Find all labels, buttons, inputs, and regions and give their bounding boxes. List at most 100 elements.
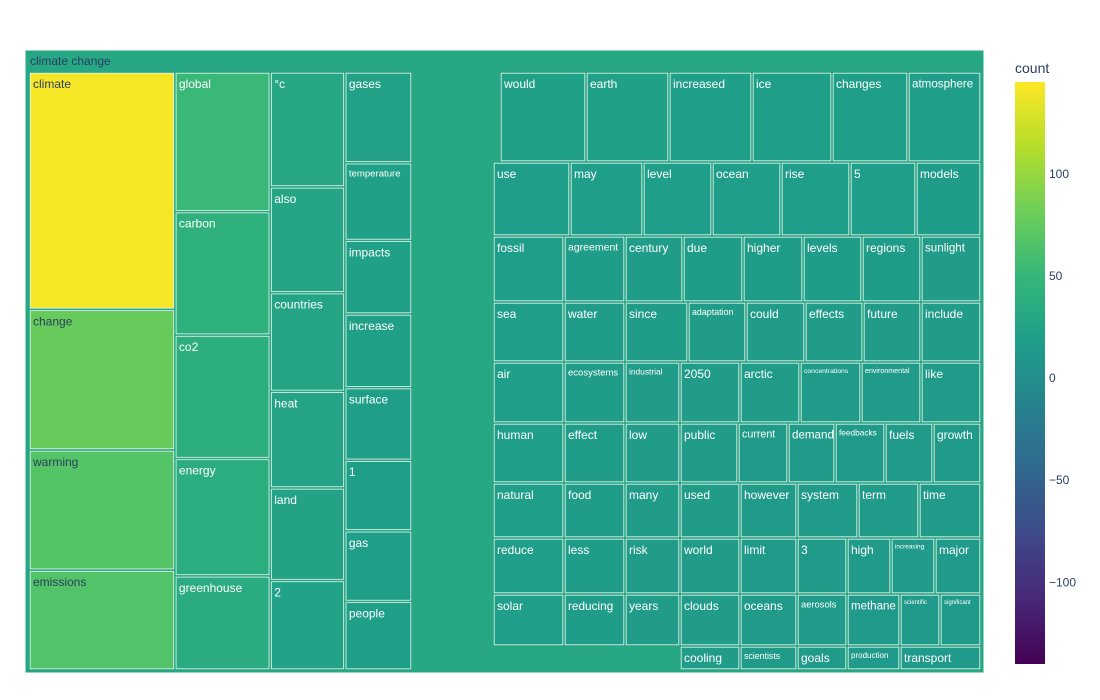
tile-label-risk: risk — [629, 543, 649, 557]
tile-label-higher: higher — [747, 241, 780, 255]
tile-label-current: current — [742, 429, 775, 441]
treemap-chart: climate change climate change warming emissi… — [0, 0, 1100, 700]
tile-label-2050: 2050 — [684, 367, 711, 381]
tile-label-since: since — [629, 307, 657, 321]
tile-co2[interactable] — [175, 335, 270, 458]
tile-1[interactable] — [345, 461, 412, 531]
tile-5[interactable] — [850, 162, 916, 236]
tile-label-increased: increased — [673, 77, 725, 91]
tile-label-reduce: reduce — [497, 543, 534, 557]
tile-label-concentrations: concentrations — [804, 368, 849, 375]
tile-label-use: use — [497, 167, 517, 181]
tile-label-effect: effect — [568, 428, 598, 442]
tile-label-may: may — [574, 167, 597, 181]
tile-label-fuels: fuels — [889, 428, 914, 442]
tile-label-also: also — [274, 192, 296, 206]
colorbar-tick-label: 100 — [1049, 167, 1069, 181]
tile-global[interactable] — [175, 72, 270, 211]
tile-label-carbon: carbon — [179, 217, 216, 231]
tile-carbon[interactable] — [175, 212, 270, 335]
tile-label-solar: solar — [497, 599, 523, 613]
tile-label-low: low — [629, 428, 647, 442]
tile-label-less: less — [568, 543, 589, 557]
tile-label-environmental: environmental — [865, 367, 910, 375]
tile-label-heat: heat — [274, 396, 298, 410]
tile-label-emissions: emissions — [33, 575, 86, 589]
tile-label-warming: warming — [32, 455, 78, 469]
tile-label-time: time — [923, 488, 946, 502]
tile-label-feedbacks: feedbacks — [839, 427, 877, 437]
tile-label-like: like — [925, 367, 943, 381]
tile-label-ice: ice — [756, 77, 772, 91]
tile-label-scientists: scientists — [744, 651, 781, 661]
tile-label-models: models — [920, 167, 959, 181]
tile-label-include: include — [925, 307, 963, 321]
tile-label-gases: gases — [349, 77, 381, 91]
tile-label-production: production — [851, 651, 888, 660]
tile-label-clouds: clouds — [684, 599, 719, 613]
tile-label-climate-change: climate change — [30, 54, 111, 68]
colorbar-tick-label: 0 — [1049, 371, 1056, 385]
tile-label-countries: countries — [274, 298, 323, 312]
tile-label-atmosphere: atmosphere — [912, 78, 973, 91]
tile-label-level: level — [647, 167, 672, 181]
tile-label-significant: significant — [944, 600, 971, 606]
colorbar-tick-label: −100 — [1049, 575, 1076, 589]
tile-label-people: people — [349, 606, 385, 620]
tile-label-natural: natural — [497, 488, 534, 502]
tile-label-limit: limit — [744, 543, 766, 557]
tile-label-methane: methane — [851, 600, 896, 612]
tile-label-1: 1 — [349, 465, 356, 479]
tile-label-industrial: industrial — [629, 366, 663, 376]
tile-label-transport: transport — [904, 651, 952, 665]
tile-label-changes: changes — [836, 77, 881, 91]
tile-label-surface: surface — [349, 393, 389, 407]
tile-label-reducing: reducing — [568, 599, 613, 613]
tile-label-energy: energy — [179, 464, 216, 478]
tile-label-sunlight: sunlight — [925, 242, 966, 255]
tile-label-could: could — [750, 307, 779, 321]
colorbar-tick-label: 50 — [1049, 269, 1063, 283]
tile-label-scientific: scientific — [904, 600, 927, 606]
tile-label-agreement: agreement — [568, 242, 618, 254]
tile-label-world: world — [683, 543, 713, 557]
tile-label-change: change — [33, 314, 73, 328]
tile-label-system: system — [801, 488, 839, 502]
tile-label-however: however — [744, 488, 789, 502]
tile-label-increase: increase — [349, 319, 395, 333]
tile-2[interactable] — [271, 581, 345, 670]
tile-label-fossil: fossil — [497, 241, 524, 255]
tile-label-temperature: temperature — [349, 168, 401, 179]
tile-label-earth: earth — [590, 77, 617, 91]
tile-label-would: would — [503, 77, 535, 91]
tile-change[interactable] — [29, 310, 175, 450]
tile-label-water: water — [567, 307, 597, 321]
tile-label-2: 2 — [274, 586, 281, 600]
tile-label-demand: demand — [792, 429, 834, 442]
tile-label-many: many — [629, 488, 658, 502]
tile-label-due: due — [687, 241, 707, 255]
tile-label-climate: climate — [33, 77, 71, 91]
tile-label-major: major — [939, 543, 969, 557]
tile-label-greenhouse: greenhouse — [179, 581, 243, 595]
tile-label-oceans: oceans — [744, 599, 783, 613]
tile-label-co2: co2 — [179, 340, 199, 354]
tile-label-global: global — [179, 77, 211, 91]
tile-label-years: years — [629, 599, 658, 613]
tile-label-century: century — [629, 241, 668, 255]
tile-label-future: future — [867, 307, 898, 321]
tile-label-goals: goals — [801, 651, 830, 665]
tile-label-arctic: arctic — [744, 367, 773, 381]
tile-label-human: human — [497, 428, 534, 442]
tile-climate[interactable] — [29, 72, 175, 309]
tile-label-used: used — [684, 488, 710, 502]
tile-label-adaptation: adaptation — [692, 307, 734, 317]
tile-label-levels: levels — [807, 241, 838, 255]
tile-label-regions: regions — [866, 241, 905, 255]
tile-label-rise: rise — [785, 167, 805, 181]
tile-label-gas: gas — [349, 536, 368, 550]
colorbar-title: count — [1015, 60, 1049, 76]
tile-label-growth: growth — [937, 428, 973, 442]
tile-label-food: food — [568, 488, 591, 502]
tile-label-term: term — [862, 488, 886, 502]
